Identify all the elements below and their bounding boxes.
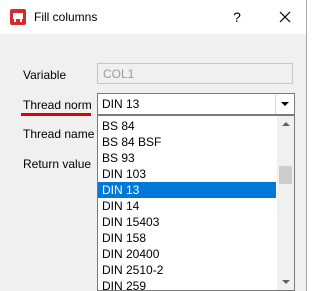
thread-norm-dropdown-list[interactable]: BS 84 BS 84 BSF BS 93 DIN 103 DIN 13 DIN 14 DI… xyxy=(97,115,295,291)
dropdown-option[interactable]: DIN 158 xyxy=(98,230,276,246)
dropdown-option[interactable]: DIN 259 xyxy=(98,278,276,290)
help-button[interactable]: ? xyxy=(226,0,248,34)
dropdown-option[interactable]: DIN 13 xyxy=(98,182,276,198)
highlight-underline xyxy=(21,113,91,116)
dropdown-option[interactable]: DIN 103 xyxy=(98,166,276,182)
window-title: Fill columns xyxy=(34,10,98,24)
app-logo-icon xyxy=(10,9,26,25)
dropdown-option[interactable]: BS 84 xyxy=(98,118,276,134)
fill-columns-dialog: Fill columns ? Variable COL1 Thread norm… xyxy=(0,0,307,291)
variable-field: COL1 xyxy=(97,63,293,84)
thread-norm-label: Thread norm xyxy=(23,98,92,112)
dropdown-option[interactable]: BS 93 xyxy=(98,150,276,166)
dropdown-option[interactable]: DIN 2510-2 xyxy=(98,262,276,278)
variable-label: Variable xyxy=(23,68,67,82)
return-value-label: Return value xyxy=(23,157,92,171)
close-button[interactable] xyxy=(270,0,300,34)
scroll-up-icon[interactable] xyxy=(277,116,294,133)
chevron-down-icon[interactable] xyxy=(275,94,294,114)
thread-norm-combobox[interactable]: DIN 13 xyxy=(97,93,295,115)
title-bar: Fill columns ? xyxy=(0,0,306,34)
thread-name-label: Thread name xyxy=(23,127,95,141)
dropdown-options: BS 84 BS 84 BSF BS 93 DIN 103 DIN 13 DIN 14 DI… xyxy=(98,118,276,290)
scroll-down-icon[interactable] xyxy=(277,273,294,290)
dropdown-scrollbar[interactable] xyxy=(277,116,294,290)
dropdown-option[interactable]: DIN 14 xyxy=(98,198,276,214)
dropdown-option[interactable]: DIN 20400 xyxy=(98,246,276,262)
dropdown-option[interactable]: DIN 15403 xyxy=(98,214,276,230)
thread-norm-value: DIN 13 xyxy=(102,97,140,111)
close-icon xyxy=(279,11,291,23)
scroll-thumb[interactable] xyxy=(279,166,292,184)
dropdown-option[interactable]: BS 84 BSF xyxy=(98,134,276,150)
